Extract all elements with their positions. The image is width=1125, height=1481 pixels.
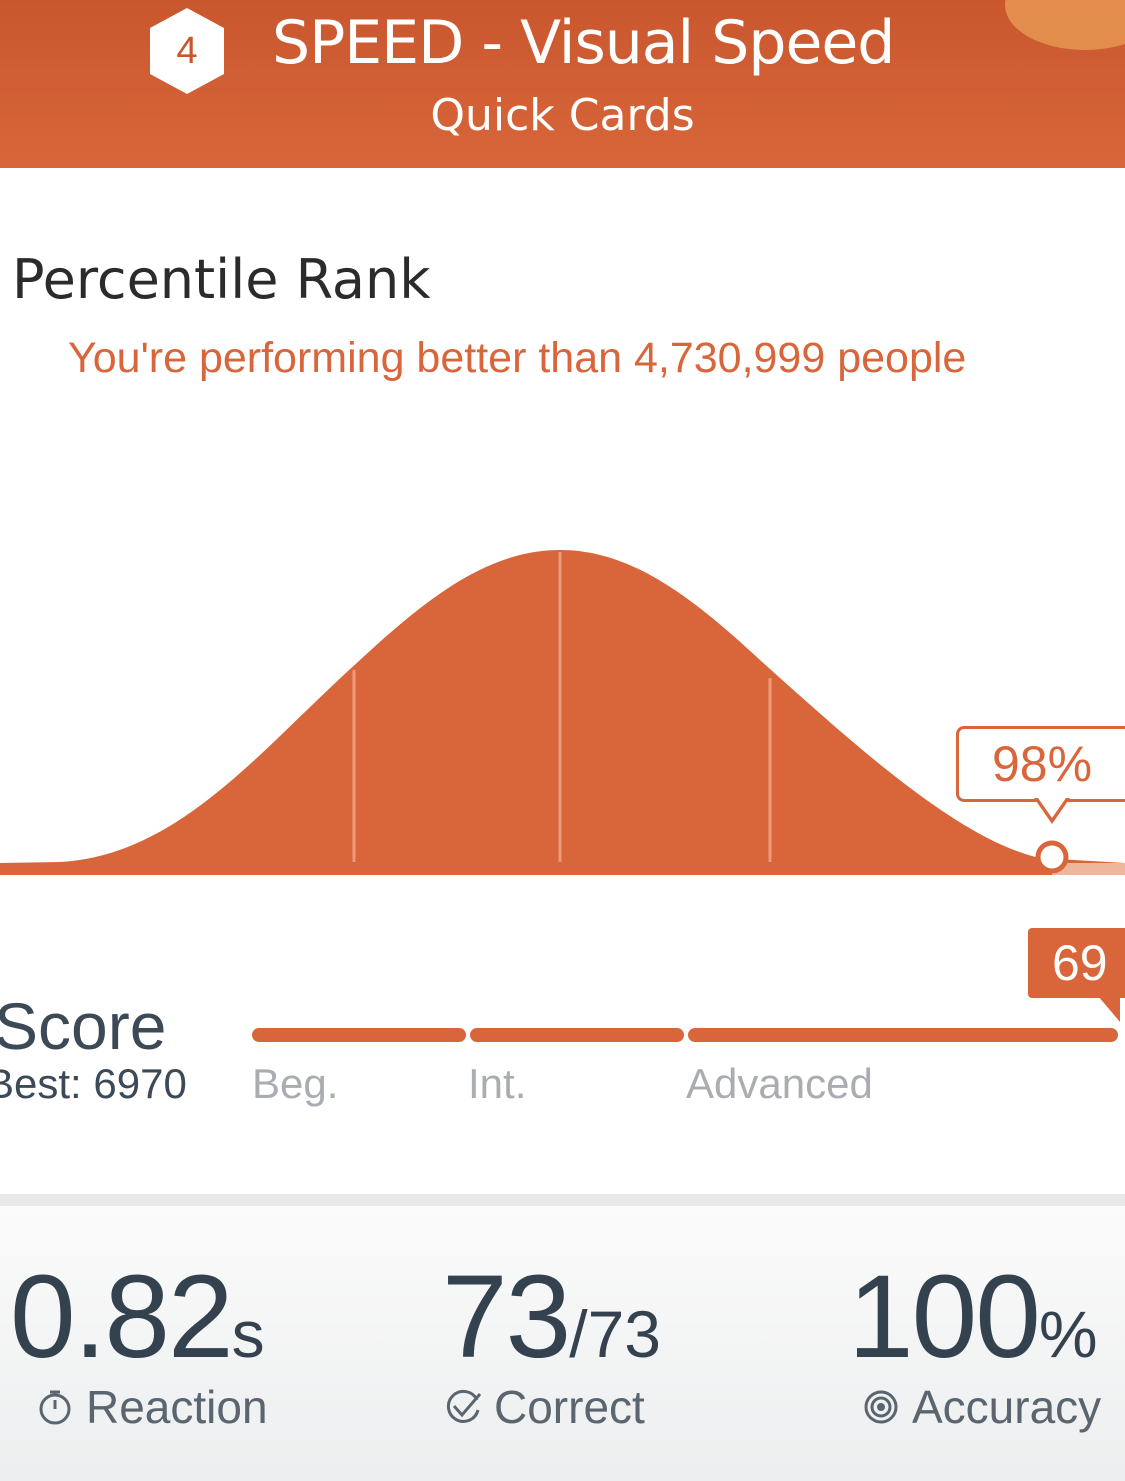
checkmark-circle-icon [444,1388,482,1426]
score-segment-beginner [252,1028,466,1042]
percentile-heading: Percentile Rank [12,248,431,311]
current-score-flag-tail [1098,996,1120,1022]
stopwatch-icon [36,1388,74,1426]
tier-label-intermediate: Int. [468,1060,527,1107]
bell-curve-fill [0,550,1125,875]
current-score-flag: 69 [1028,928,1125,998]
correct-label-text: Correct [494,1381,645,1433]
best-score: Best: 6970 [0,1060,187,1107]
correct-label: Correct [444,1380,645,1434]
game-subtitle-text: Quick Cards [430,90,695,141]
correct-unit: /73 [569,1297,662,1371]
section-divider [0,1194,1125,1206]
score-progress-bar [252,1028,1118,1042]
percentile-marker [1035,840,1069,874]
performance-message: You're performing better than 4,730,999 … [68,334,967,382]
level-badge: 4 [146,6,228,96]
reaction-value: 0.82 [10,1251,234,1383]
reaction-unit: s [231,1297,265,1371]
reaction-label: Reaction [36,1380,268,1434]
accuracy-label: Accuracy [862,1380,1101,1434]
reaction-stat: 0.82s [10,1258,265,1376]
percentile-callout-tail-inner [1038,798,1066,818]
header-bar: 4 SPEED - Visual Speed Quick Cards [0,0,1125,168]
accuracy-stat: 100% [848,1258,1098,1376]
percentile-callout: 98% [956,726,1125,802]
accuracy-unit: % [1038,1297,1098,1371]
score-segment-advanced [688,1028,1118,1042]
level-number: 4 [176,29,198,72]
correct-value: 73 [442,1251,571,1383]
correct-stat: 73/73 [442,1258,661,1376]
reaction-label-text: Reaction [86,1381,268,1433]
percentile-bell-curve [0,550,1125,875]
score-heading: Score [0,989,167,1063]
game-title: SPEED - Visual Speed [272,8,895,78]
accuracy-value: 100 [848,1251,1041,1383]
game-subtitle: Quick Cards [0,90,1125,141]
target-icon [862,1388,900,1426]
accuracy-label-text: Accuracy [912,1381,1102,1433]
tier-label-beginner: Beg. [252,1060,339,1107]
header-glow [1005,0,1125,50]
score-segment-intermediate [470,1028,684,1042]
tier-label-advanced: Advanced [686,1060,873,1107]
